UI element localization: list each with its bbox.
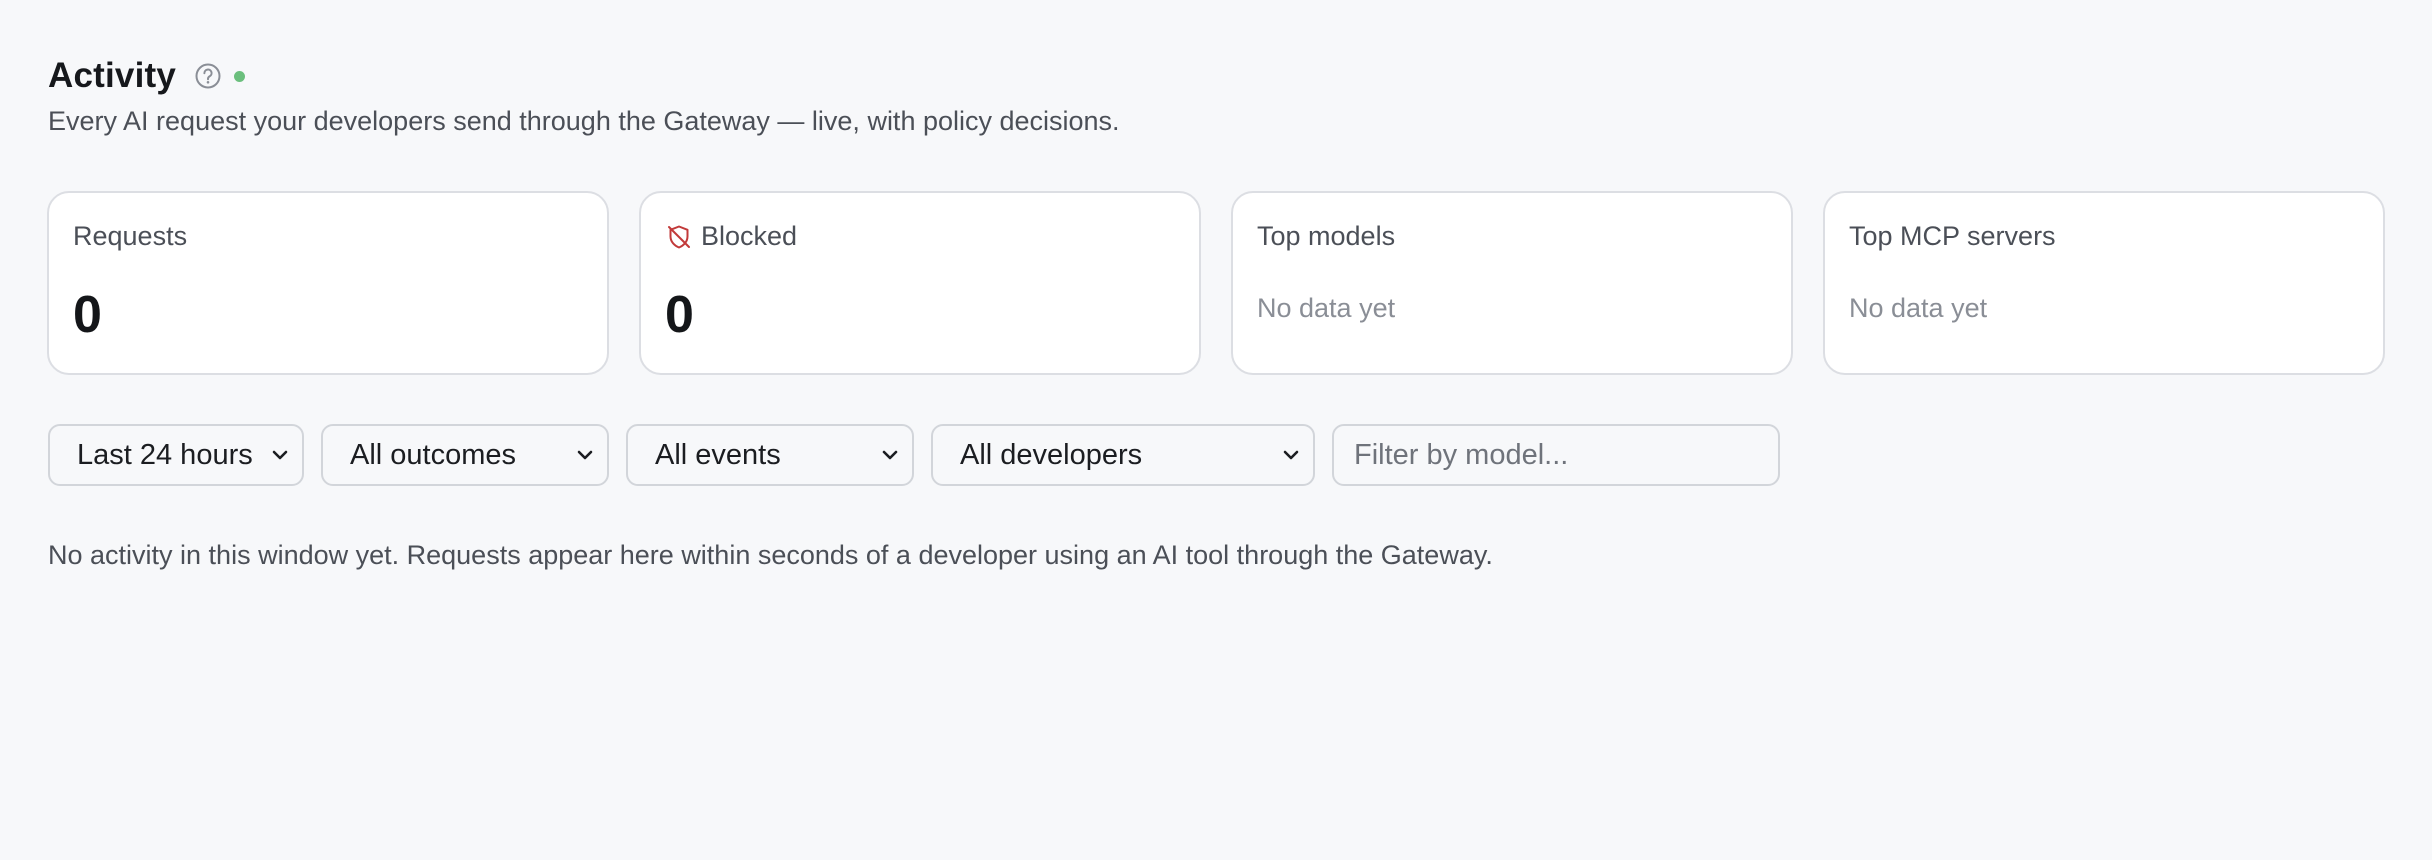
top-mcp-servers-empty: No data yet [1849,293,1988,323]
chevron-down-icon [268,443,292,467]
blocked-value: 0 [665,286,694,344]
blocked-card: Blocked 0 [639,191,1201,375]
outcomes-select[interactable]: All outcomes [321,424,609,486]
page-title: Activity [48,56,177,95]
requests-value: 0 [73,286,102,344]
outcomes-value: All outcomes [350,438,517,471]
time-range-value: Last 24 hours [77,438,253,471]
top-models-card: Top models No data yet [1231,191,1793,375]
top-mcp-servers-label: Top MCP servers [1849,221,2056,251]
page-subtitle: Every AI request your developers send th… [48,106,1120,136]
requests-card: Requests 0 [47,191,609,375]
live-indicator [234,70,246,82]
developers-select[interactable]: All developers [931,424,1315,486]
blocked-label: Blocked [701,221,798,251]
developers-value: All developers [960,438,1143,471]
top-models-label: Top models [1257,221,1396,251]
model-filter-input[interactable] [1332,424,1780,486]
filter-bar: Last 24 hours All outcomes All events Al… [48,424,1780,486]
question-circle-icon[interactable] [194,62,222,90]
activity-page: Activity Every AI request your developer… [0,0,2432,860]
top-models-empty: No data yet [1257,293,1396,323]
chevron-down-icon [878,443,902,467]
chevron-down-icon [1279,443,1303,467]
top-mcp-servers-card: Top MCP servers No data yet [1823,191,2385,375]
header: Activity [48,48,246,104]
requests-label: Requests [73,221,188,251]
stat-cards: Requests 0 Blocked 0 Top models No data … [47,191,2385,375]
events-value: All events [655,438,781,471]
events-select[interactable]: All events [626,424,914,486]
shield-off-icon [665,223,693,251]
empty-state-message: No activity in this window yet. Requests… [48,540,1493,570]
chevron-down-icon [573,443,597,467]
time-range-select[interactable]: Last 24 hours [48,424,304,486]
blocked-label-row: Blocked [665,221,797,252]
